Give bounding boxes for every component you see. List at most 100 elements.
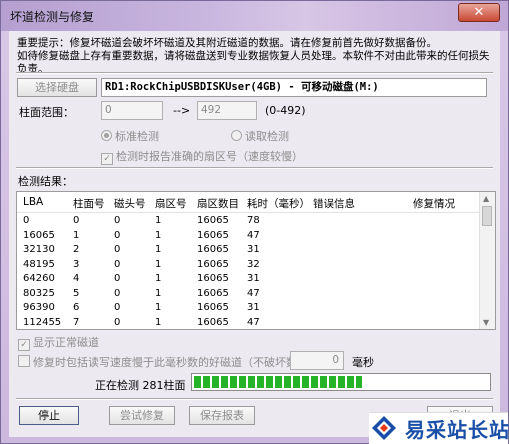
cell-sector: 1 — [155, 215, 162, 226]
cell-lba: 64260 — [23, 273, 55, 284]
cell-head: 0 — [114, 258, 121, 270]
stop-button[interactable]: 停止 — [19, 406, 79, 425]
checkbox-empty-icon — [18, 355, 30, 367]
cell-lba: 32130 — [23, 244, 55, 255]
table-row[interactable]: 112455 7 0 1 16065 47 — [17, 316, 479, 330]
cylinder-range-label: 柱面范围： — [19, 106, 74, 119]
cell-lba: 16065 — [23, 229, 55, 241]
divider-middle — [16, 167, 493, 169]
save-report-button[interactable]: 保存报表 — [189, 406, 255, 425]
table-row[interactable]: 48195 3 0 1 16065 32 — [17, 258, 479, 272]
status-text: 正在检测 281柱面 — [95, 379, 186, 392]
bad-sector-dialog: 坏道检测与修复 ✕ 重要提示：修复坏磁道会破坏坏磁道及其附近磁道的数据。请在修复… — [0, 0, 509, 444]
checkmark-icon: ✓ — [101, 153, 113, 165]
cell-time: 47 — [247, 229, 260, 241]
cell-sector: 1 — [155, 273, 162, 284]
col-lba: LBA — [23, 196, 44, 208]
cell-sector-count: 16065 — [197, 229, 229, 241]
divider-bottom — [16, 398, 493, 400]
divider-top — [16, 72, 493, 74]
cell-sector-count: 16065 — [197, 316, 229, 328]
cell-head: 0 — [114, 273, 121, 284]
cell-time: 32 — [247, 258, 260, 270]
results-label: 检测结果： — [18, 175, 73, 188]
cell-cylinder: 4 — [73, 273, 80, 284]
cell-head: 0 — [114, 302, 121, 313]
col-cylinder: 柱面号 — [73, 198, 105, 210]
results-scrollbar[interactable]: ▲ ▼ — [479, 192, 495, 329]
disk-name-field: RD1:RockChipUSBDISKUser(4GB) - 可移动磁盘(M:) — [101, 78, 487, 97]
radio-selected-icon — [101, 130, 112, 141]
title-bar[interactable]: 坏道检测与修复 ✕ — [1, 1, 508, 31]
show-normal-label: 显示正常磁道 — [33, 336, 99, 349]
col-sector: 扇区号 — [155, 198, 187, 210]
cell-sector: 1 — [155, 258, 162, 270]
results-table[interactable]: LBA 柱面号 磁头号 扇区号 扇区数目 耗时（毫秒） 错误信息 修复情况 0 0… — [16, 191, 496, 330]
table-row[interactable]: 96390 6 0 1 16065 31 — [17, 301, 479, 315]
show-normal-checkbox[interactable]: ✓ 显示正常磁道 — [18, 334, 99, 351]
cell-sector-count: 16065 — [197, 258, 229, 270]
cell-sector-count: 16065 — [197, 287, 229, 299]
table-row[interactable]: 32130 2 0 1 16065 31 — [17, 243, 479, 257]
cell-cylinder: 1 — [73, 229, 80, 241]
mode-read-label: 读取检测 — [245, 130, 289, 143]
checkmark-icon: ✓ — [18, 339, 30, 351]
col-sector-count: 扇区数目 — [197, 198, 239, 210]
mode-read-radio[interactable]: 读取检测 — [231, 128, 289, 144]
table-row[interactable]: 16065 1 0 1 16065 47 — [17, 229, 479, 243]
cell-sector: 1 — [155, 287, 162, 299]
results-header: LBA 柱面号 磁头号 扇区号 扇区数目 耗时（毫秒） 错误信息 修复情况 — [17, 192, 479, 213]
radio-empty-icon — [231, 130, 242, 141]
cell-head: 0 — [114, 229, 121, 241]
accurate-report-checkbox[interactable]: ✓ 检测时报告准确的扇区号（速度较慢） — [101, 148, 303, 165]
close-button[interactable]: ✕ — [458, 3, 500, 22]
cell-cylinder: 7 — [73, 316, 80, 328]
cell-cylinder: 5 — [73, 287, 80, 299]
cylinder-to-input[interactable]: 492 — [197, 101, 257, 120]
cell-lba: 48195 — [23, 258, 55, 270]
try-repair-button[interactable]: 尝试修复 — [109, 406, 175, 425]
progress-fill — [194, 376, 362, 388]
cell-time: 78 — [247, 215, 260, 226]
cell-time: 31 — [247, 273, 260, 284]
col-repair: 修复情况 — [413, 198, 455, 210]
col-error: 错误信息 — [313, 198, 355, 210]
window-title: 坏道检测与修复 — [10, 10, 95, 24]
table-row[interactable]: 80325 5 0 1 16065 47 — [17, 287, 479, 301]
cell-cylinder: 2 — [73, 244, 80, 255]
ms-unit-label: 毫秒 — [352, 356, 374, 369]
cell-cylinder: 0 — [73, 215, 80, 226]
cell-sector: 1 — [155, 316, 162, 328]
cell-head: 0 — [114, 244, 121, 255]
ms-input[interactable]: 0 — [290, 351, 344, 370]
cylinder-from-input[interactable]: 0 — [101, 101, 163, 120]
table-row[interactable]: 0 0 0 1 16065 78 — [17, 214, 479, 228]
cell-sector-count: 16065 — [197, 302, 229, 313]
scroll-up-icon[interactable]: ▲ — [483, 194, 489, 203]
scroll-thumb[interactable] — [482, 206, 492, 226]
cell-time: 31 — [247, 244, 260, 255]
close-icon: ✕ — [473, 5, 485, 20]
col-time: 耗时（毫秒） — [247, 198, 310, 210]
cell-cylinder: 3 — [73, 258, 80, 270]
mode-standard-label: 标准检测 — [115, 130, 159, 143]
cell-cylinder: 6 — [73, 302, 80, 313]
cell-sector-count: 16065 — [197, 273, 229, 284]
cell-time: 47 — [247, 316, 260, 328]
cell-lba: 80325 — [23, 287, 55, 299]
cell-lba: 0 — [23, 215, 30, 226]
watermark-logo-icon — [372, 416, 396, 440]
table-row[interactable]: 64260 4 0 1 16065 31 — [17, 272, 479, 286]
accurate-report-label: 检测时报告准确的扇区号（速度较慢） — [116, 150, 303, 163]
mode-standard-radio[interactable]: 标准检测 — [101, 128, 159, 144]
watermark: 易采站长站 — [369, 412, 509, 444]
cell-head: 0 — [114, 215, 121, 226]
select-disk-button[interactable]: 选择硬盘 — [17, 78, 97, 97]
slow-as-bad-checkbox[interactable]: 修复时包括读写速度慢于此毫秒数的好磁道（不破坏数据）： — [18, 354, 325, 370]
cell-head: 0 — [114, 287, 121, 299]
notice-line-1: 重要提示：修复坏磁道会破坏坏磁道及其附近磁道的数据。请在修复前首先做好数据备份。 — [17, 37, 437, 49]
scroll-down-icon[interactable]: ▼ — [483, 318, 489, 327]
cell-lba: 112455 — [23, 316, 62, 328]
cell-sector-count: 16065 — [197, 244, 229, 255]
col-head: 磁头号 — [114, 198, 146, 210]
